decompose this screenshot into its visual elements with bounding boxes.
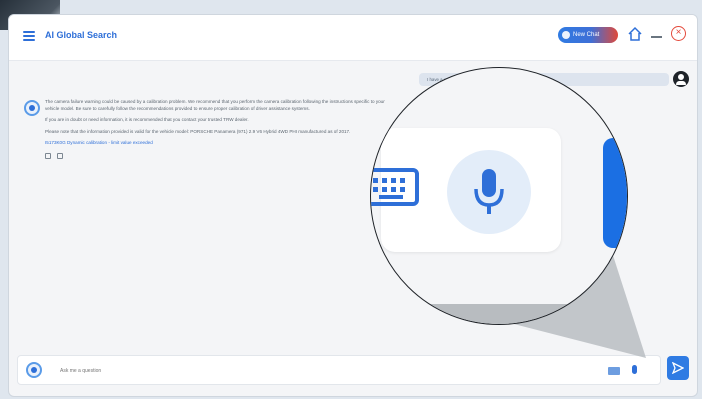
microphone-button[interactable] bbox=[447, 150, 531, 234]
keyboard-icon[interactable] bbox=[608, 367, 620, 375]
new-chat-label: New Chat bbox=[573, 32, 600, 38]
send-button[interactable] bbox=[667, 356, 689, 380]
calibration-link[interactable]: I5173K0G Dynamic calibration - limit val… bbox=[45, 140, 385, 147]
question-input[interactable] bbox=[60, 365, 580, 377]
microphone-icon bbox=[474, 169, 504, 214]
app-title: AI Global Search bbox=[45, 30, 118, 40]
thumbs-down-icon[interactable] bbox=[57, 152, 63, 159]
plus-icon bbox=[562, 31, 570, 39]
hamburger-menu-icon[interactable] bbox=[23, 31, 35, 41]
feedback-row bbox=[45, 152, 385, 159]
keyboard-icon[interactable] bbox=[370, 164, 419, 210]
question-bar bbox=[17, 355, 661, 385]
bot-paragraph: If you are in doubt or need information,… bbox=[45, 117, 249, 123]
send-icon bbox=[672, 362, 684, 374]
close-icon[interactable]: × bbox=[671, 26, 686, 41]
magnified-footer-band bbox=[371, 304, 627, 324]
magnifier-lens bbox=[370, 67, 628, 325]
user-avatar-icon bbox=[673, 71, 689, 87]
minimize-icon[interactable] bbox=[651, 36, 662, 38]
new-chat-button[interactable]: New Chat bbox=[558, 27, 618, 43]
app-header: AI Global Search New Chat × bbox=[9, 15, 697, 61]
thumbs-up-icon[interactable] bbox=[45, 152, 51, 159]
bot-message: The camera failure warning could be caus… bbox=[45, 99, 385, 159]
bot-paragraph: Please note that the information provide… bbox=[45, 128, 351, 134]
microphone-icon[interactable] bbox=[632, 365, 637, 374]
magnified-send-button[interactable] bbox=[603, 138, 627, 248]
home-icon[interactable] bbox=[627, 26, 643, 42]
bot-paragraph: The camera failure warning could be caus… bbox=[45, 99, 385, 111]
bot-input-icon bbox=[26, 362, 42, 378]
bot-avatar-icon bbox=[24, 100, 40, 116]
